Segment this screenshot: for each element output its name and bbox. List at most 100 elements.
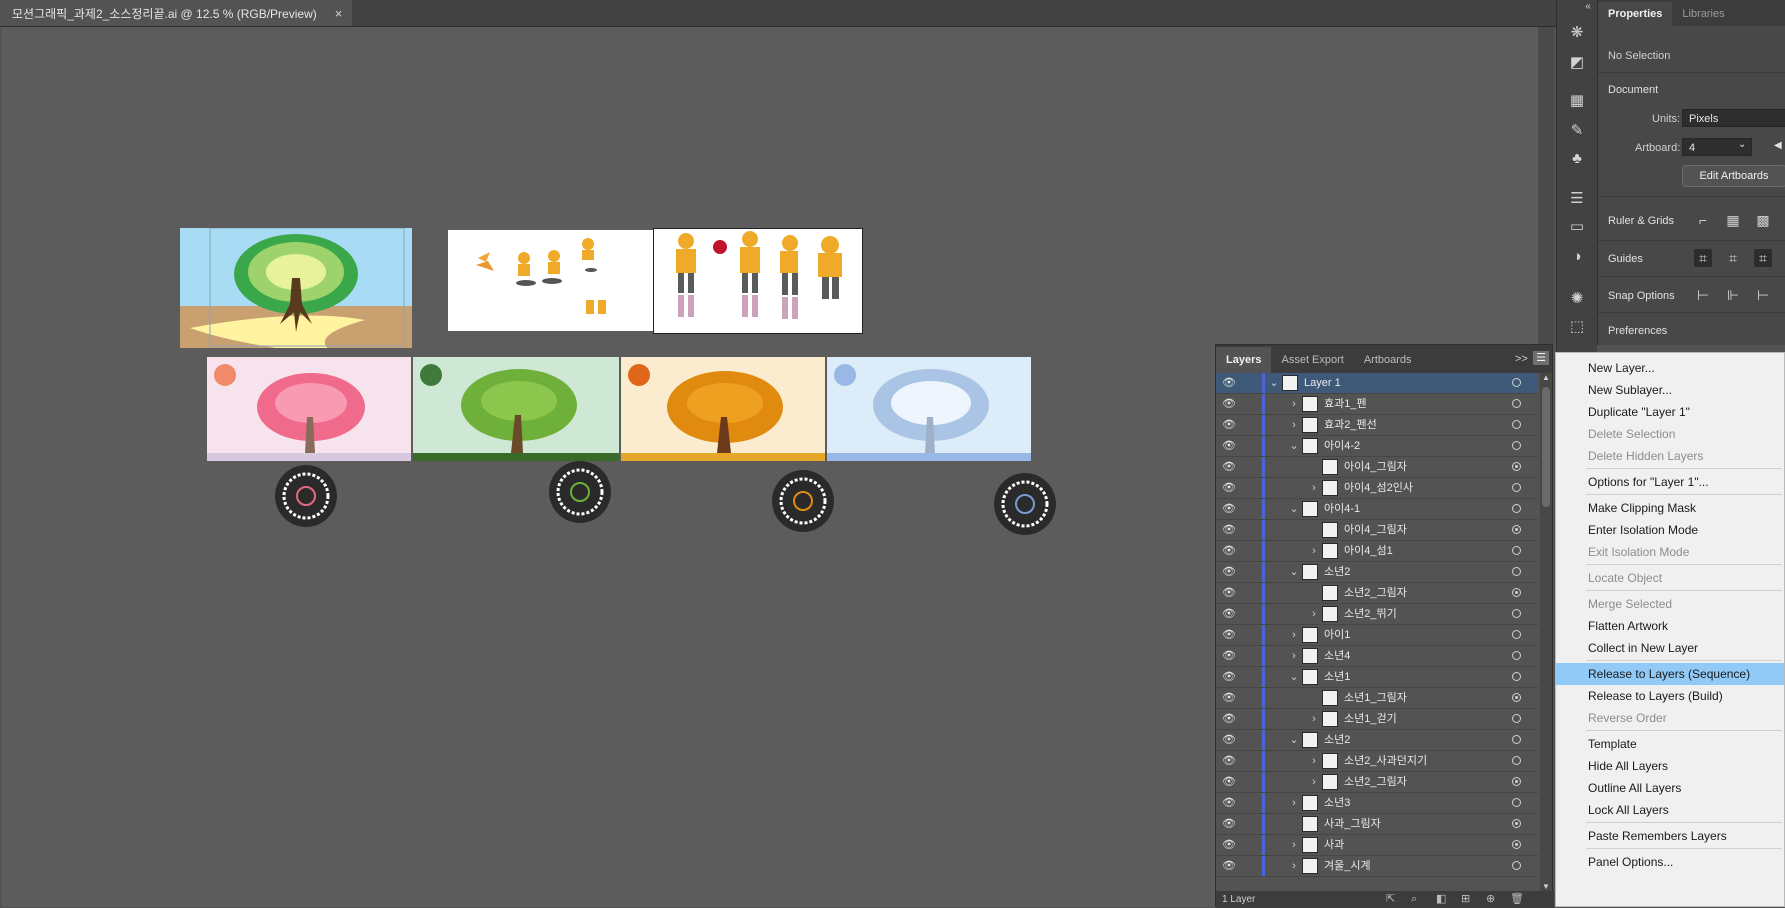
chevron-right-icon[interactable]: › xyxy=(1288,415,1300,435)
eye-icon[interactable]: 👁 xyxy=(1222,670,1236,684)
menu-item[interactable]: Delete Selection xyxy=(1556,423,1784,445)
target-icon[interactable] xyxy=(1512,693,1521,702)
layer-name[interactable]: 소년1_걷기 xyxy=(1344,709,1397,729)
layer-name[interactable]: 아이4_그림자 xyxy=(1344,457,1407,477)
eye-icon[interactable]: 👁 xyxy=(1222,481,1236,495)
eye-icon[interactable]: 👁 xyxy=(1222,859,1236,873)
target-icon[interactable] xyxy=(1512,462,1521,471)
target-icon[interactable] xyxy=(1512,378,1521,387)
target-icon[interactable] xyxy=(1512,840,1521,849)
target-icon[interactable] xyxy=(1512,798,1521,807)
layer-name[interactable]: 겨울_시계 xyxy=(1324,856,1371,876)
layer-name[interactable]: 아이4-1 xyxy=(1324,499,1360,519)
chevron-right-icon[interactable]: › xyxy=(1308,772,1320,792)
layer-name[interactable]: 소년4 xyxy=(1324,646,1350,666)
layer-name[interactable]: 아이4-2 xyxy=(1324,436,1360,456)
layer-row[interactable]: 👁 › 아이1 xyxy=(1216,625,1538,646)
chevron-right-icon[interactable]: › xyxy=(1308,478,1320,498)
brushes-icon[interactable]: ✎ xyxy=(1568,122,1586,140)
tab-libraries[interactable]: Libraries xyxy=(1672,2,1734,26)
layer-row[interactable]: 👁 › 소년1_걷기 xyxy=(1216,709,1538,730)
layer-name[interactable]: 아이1 xyxy=(1324,625,1350,645)
target-icon[interactable] xyxy=(1512,756,1521,765)
layer-row[interactable]: 👁 › 아이4_섬2인사 xyxy=(1216,478,1538,499)
locate-object-icon[interactable]: ⌕ xyxy=(1411,891,1417,908)
target-icon[interactable] xyxy=(1512,735,1521,744)
chevron-down-icon[interactable]: ⌄ xyxy=(1288,499,1300,519)
chevron-right-icon[interactable]: › xyxy=(1288,856,1300,876)
layer-row[interactable]: 👁 ⌄ 아이4-1 xyxy=(1216,499,1538,520)
color-guide-icon[interactable]: ◩ xyxy=(1568,54,1586,72)
new-sublayer-icon[interactable]: ⊞ xyxy=(1461,891,1470,908)
target-icon[interactable] xyxy=(1512,651,1521,660)
layer-row[interactable]: 👁 사과_그림자 xyxy=(1216,814,1538,835)
chevron-down-icon[interactable]: ⌄ xyxy=(1288,436,1300,456)
target-icon[interactable] xyxy=(1512,504,1521,513)
menu-item[interactable]: Flatten Artwork xyxy=(1556,615,1784,637)
chevron-right-icon[interactable]: › xyxy=(1288,394,1300,414)
layer-row[interactable]: 👁 › 소년2_그림자 xyxy=(1216,772,1538,793)
eye-icon[interactable]: 👁 xyxy=(1222,460,1236,474)
symbols-icon[interactable]: ♣ xyxy=(1568,150,1586,168)
eye-icon[interactable]: 👁 xyxy=(1222,523,1236,537)
menu-item[interactable]: Hide All Layers xyxy=(1556,755,1784,777)
layer-row[interactable]: 👁 › 소년2_사과던지기 xyxy=(1216,751,1538,772)
stroke-icon[interactable]: ☰ xyxy=(1568,190,1586,208)
eye-icon[interactable]: 👁 xyxy=(1222,502,1236,516)
layer-row[interactable]: 👁 › 겨울_시계 xyxy=(1216,856,1538,877)
menu-item[interactable]: Release to Layers (Sequence) xyxy=(1556,663,1784,685)
eye-icon[interactable]: 👁 xyxy=(1222,775,1236,789)
target-icon[interactable] xyxy=(1512,819,1521,828)
menu-item[interactable]: Lock All Layers xyxy=(1556,799,1784,821)
chevron-right-icon[interactable]: › xyxy=(1308,709,1320,729)
menu-item[interactable]: Duplicate "Layer 1" xyxy=(1556,401,1784,423)
chevron-right-icon[interactable]: › xyxy=(1288,646,1300,666)
eye-icon[interactable]: 👁 xyxy=(1222,439,1236,453)
layer-name[interactable]: 소년2_뛰기 xyxy=(1344,604,1397,624)
layer-row[interactable]: 👁 › 소년2_뛰기 xyxy=(1216,604,1538,625)
target-icon[interactable] xyxy=(1512,420,1521,429)
layer-name[interactable]: 아이4_그림자 xyxy=(1344,520,1407,540)
tab-asset-export[interactable]: Asset Export xyxy=(1271,347,1353,373)
eye-icon[interactable]: 👁 xyxy=(1222,397,1236,411)
eye-icon[interactable]: 👁 xyxy=(1222,649,1236,663)
eye-icon[interactable]: 👁 xyxy=(1222,691,1236,705)
tab-layers[interactable]: Layers xyxy=(1216,347,1272,373)
layer-row[interactable]: 👁 ⌄ Layer 1 xyxy=(1216,373,1538,394)
eye-icon[interactable]: 👁 xyxy=(1222,376,1236,390)
target-icon[interactable] xyxy=(1512,588,1521,597)
layer-row[interactable]: 👁 › 소년3 xyxy=(1216,793,1538,814)
eye-icon[interactable]: 👁 xyxy=(1222,733,1236,747)
menu-item[interactable]: Enter Isolation Mode xyxy=(1556,519,1784,541)
guides-icon[interactable]: ⌗ xyxy=(1694,249,1712,267)
grid-icon[interactable]: ▦ xyxy=(1724,211,1742,229)
menu-item[interactable]: Exit Isolation Mode xyxy=(1556,541,1784,563)
layer-name[interactable]: 소년3 xyxy=(1324,793,1350,813)
layer-row[interactable]: 👁 아이4_그림자 xyxy=(1216,457,1538,478)
eye-icon[interactable]: 👁 xyxy=(1222,754,1236,768)
eye-icon[interactable]: 👁 xyxy=(1222,817,1236,831)
document-tab[interactable]: 모션그래픽_과제2_소스정리끝.ai @ 12.5 % (RGB/Preview… xyxy=(0,0,353,26)
layer-row[interactable]: 👁 소년2_그림자 xyxy=(1216,583,1538,604)
close-icon[interactable]: × xyxy=(335,6,343,21)
menu-item[interactable]: Merge Selected xyxy=(1556,593,1784,615)
hamburger-menu-icon[interactable]: ☰ xyxy=(1533,351,1549,365)
eye-icon[interactable]: 👁 xyxy=(1222,565,1236,579)
snap-to-point-icon[interactable]: ⊢ xyxy=(1694,286,1712,304)
layer-name[interactable]: 사과 xyxy=(1324,835,1344,855)
snap-to-glyph-icon[interactable]: ⊢ xyxy=(1754,286,1772,304)
chevron-right-icon[interactable]: › xyxy=(1308,751,1320,771)
canvas-vertical-scrollbar[interactable] xyxy=(1538,27,1554,347)
layer-row[interactable]: 👁 ⌄ 소년2 xyxy=(1216,562,1538,583)
menu-item[interactable]: Locate Object xyxy=(1556,567,1784,589)
chevron-down-icon[interactable]: ⌄ xyxy=(1288,730,1300,750)
layer-name[interactable]: 소년1_그림자 xyxy=(1344,688,1407,708)
eye-icon[interactable]: 👁 xyxy=(1222,628,1236,642)
target-icon[interactable] xyxy=(1512,567,1521,576)
gradient-icon[interactable]: ▭ xyxy=(1568,218,1586,236)
target-icon[interactable] xyxy=(1512,861,1521,870)
menu-item[interactable]: Template xyxy=(1556,733,1784,755)
units-select[interactable]: Pixels xyxy=(1682,109,1785,127)
layers-scrollbar-thumb[interactable] xyxy=(1542,387,1550,507)
menu-item[interactable]: Delete Hidden Layers xyxy=(1556,445,1784,467)
